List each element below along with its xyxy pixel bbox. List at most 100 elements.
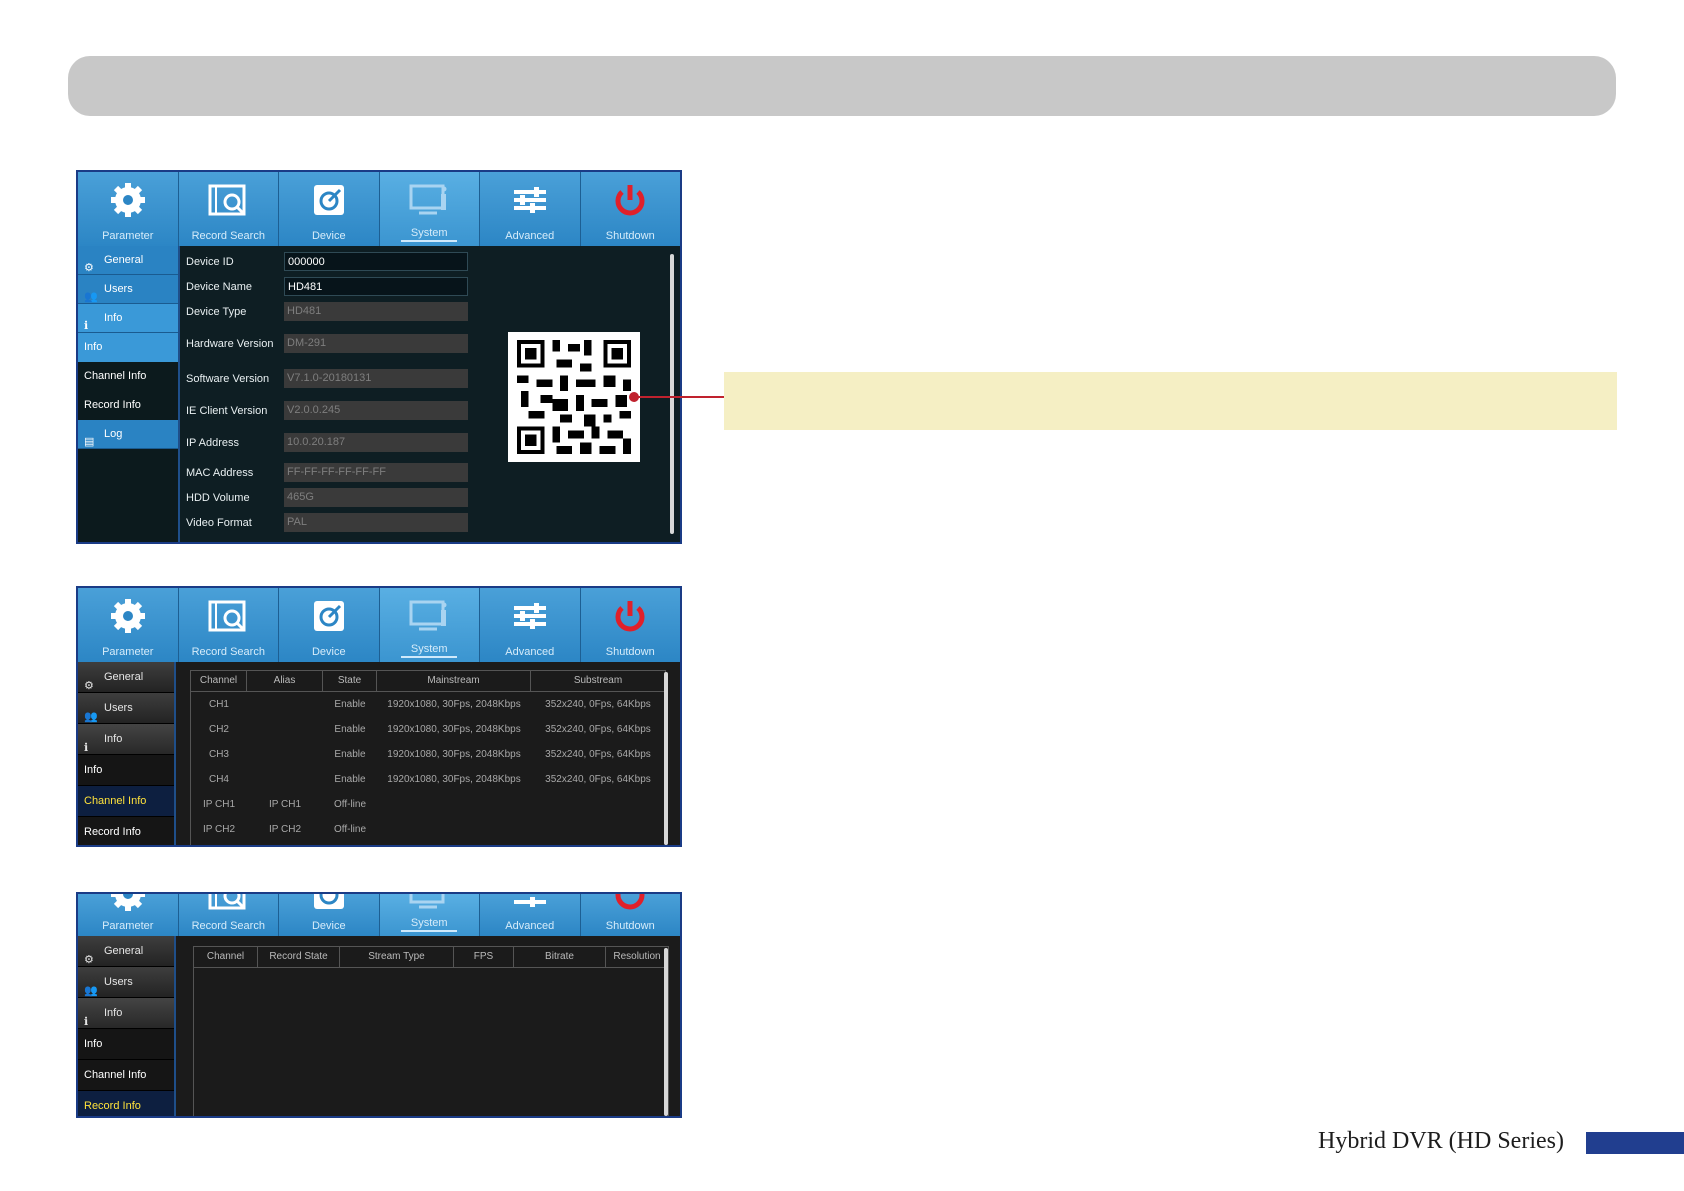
nav-parameter[interactable]: Parameter xyxy=(78,588,179,662)
field-label: IE Client Version xyxy=(186,405,268,417)
sidebar-item-info[interactable]: ℹ Info xyxy=(78,304,178,333)
sidebar-subitem-record-info[interactable]: Record Info xyxy=(78,391,178,420)
nav-device[interactable]: Device xyxy=(279,894,380,936)
sidebar: ⚙General 👥Users ℹInfo Info Channel Info … xyxy=(78,246,180,542)
sidebar-subitem-info[interactable]: Info xyxy=(78,333,178,362)
vertical-scrollbar[interactable] xyxy=(670,254,674,534)
table-row[interactable]: IP CH2 IP CH2 Off-line xyxy=(191,817,665,842)
nav-record-search[interactable]: Record Search xyxy=(179,172,279,246)
nav-shutdown[interactable]: Shutdown xyxy=(581,172,681,246)
field-label: Device ID xyxy=(186,256,234,268)
sidebar-item-log[interactable]: ▤ Log xyxy=(78,420,178,449)
device-type-field: HD481 xyxy=(284,302,468,321)
film-search-icon xyxy=(208,184,246,216)
disk-icon xyxy=(313,894,344,909)
sidebar-item-info[interactable]: ℹ Info xyxy=(78,724,174,755)
nav-device[interactable]: Device xyxy=(279,588,380,662)
sidebar-item-general[interactable]: ⚙ General xyxy=(78,936,174,967)
sidebar-item-users[interactable]: 👥 Users xyxy=(78,693,174,724)
table-cell: CH1 xyxy=(208,699,229,710)
sidebar-subitem-info[interactable]: Info xyxy=(78,755,174,786)
gear-icon xyxy=(110,183,145,217)
nav-label: Shutdown xyxy=(605,920,655,932)
table-cell: 1920x1080, 30Fps, 2048Kbps xyxy=(387,749,521,760)
sidebar-item-users[interactable]: 👥 Users xyxy=(78,967,174,998)
table-cell: 352x240, 0Fps, 64Kbps xyxy=(545,724,651,735)
nav-label: Device xyxy=(311,920,346,932)
sidebar-item-general[interactable]: ⚙ General xyxy=(78,246,178,275)
table-row[interactable]: CH1 Enable 1920x1080, 30Fps, 2048Kbps 352x2… xyxy=(191,692,665,717)
column-header: State xyxy=(323,671,377,691)
table-row[interactable]: IP CH1 IP CH1 Off-line xyxy=(191,792,665,817)
nav-label: System xyxy=(380,917,480,932)
film-search-icon xyxy=(208,600,246,632)
nav-label: Record Search xyxy=(191,230,265,242)
gear-icon xyxy=(110,599,145,633)
gear-icon xyxy=(110,894,145,911)
nav-advanced[interactable]: Advanced xyxy=(480,588,581,662)
vertical-scrollbar[interactable] xyxy=(664,948,668,1116)
nav-record-search[interactable]: Record Search xyxy=(179,894,279,936)
table-cell: CH3 xyxy=(208,749,229,760)
sidebar-subitem-record-info[interactable]: Record Info xyxy=(78,1091,174,1116)
table-cell: CH4 xyxy=(208,774,229,785)
field-label: Hardware Version xyxy=(186,338,274,350)
nav-parameter[interactable]: Parameter xyxy=(78,894,179,936)
info-icon: ℹ xyxy=(84,1016,89,1029)
nav-shutdown[interactable]: Shutdown xyxy=(581,894,681,936)
sidebar-subitem-info[interactable]: Info xyxy=(78,1029,174,1060)
nav-label: Record Search xyxy=(191,646,265,658)
table-cell: 1920x1080, 30Fps, 2048Kbps xyxy=(387,699,521,710)
sidebar: ⚙General 👥Users ℹInfo Info Channel Info … xyxy=(78,662,176,845)
nav-label: Parameter xyxy=(102,920,154,932)
hdd-volume-field: 465G xyxy=(284,488,468,507)
column-header: Resolution xyxy=(613,951,661,962)
sliders-icon xyxy=(513,603,546,629)
device-id-field[interactable]: 000000 xyxy=(284,252,468,271)
nav-system[interactable]: System xyxy=(379,894,480,936)
sidebar-item-users[interactable]: 👥 Users xyxy=(78,275,178,304)
table-cell: IP CH1 xyxy=(268,799,302,810)
table-row[interactable]: CH3 Enable 1920x1080, 30Fps, 2048Kbps 352x2… xyxy=(191,742,665,767)
sidebar-subitem-channel-info[interactable]: Channel Info xyxy=(78,786,174,817)
vertical-scrollbar[interactable] xyxy=(664,672,668,845)
table-row[interactable]: CH4 Enable 1920x1080, 30Fps, 2048Kbps 352x2… xyxy=(191,767,665,792)
ie-client-version-field: V2.0.0.245 xyxy=(284,401,468,420)
top-nav: Parameter Record Search Device System Ad… xyxy=(78,894,680,936)
callout-box xyxy=(724,372,1617,430)
column-header: Record State xyxy=(258,947,340,967)
column-header: Alias xyxy=(247,671,323,691)
sidebar-subitem-channel-info[interactable]: Channel Info xyxy=(78,362,178,391)
nav-system[interactable]: System xyxy=(379,588,480,662)
nav-parameter[interactable]: Parameter xyxy=(78,172,179,246)
sidebar-subitem-record-info[interactable]: Record Info xyxy=(78,817,174,845)
column-header: Channel xyxy=(194,947,258,967)
nav-shutdown[interactable]: Shutdown xyxy=(581,588,681,662)
record-table: Channel Record State Stream Type FPS Bit… xyxy=(193,946,669,1116)
table-cell: Enable xyxy=(334,774,366,785)
nav-advanced[interactable]: Advanced xyxy=(480,894,581,936)
film-search-icon xyxy=(208,894,246,910)
sidebar-item-label: Info xyxy=(104,312,123,324)
table-row[interactable]: CH2 Enable 1920x1080, 30Fps, 2048Kbps 352x2… xyxy=(191,717,665,742)
nav-system[interactable]: System xyxy=(379,172,480,246)
nav-device[interactable]: Device xyxy=(279,172,380,246)
table-cell: Enable xyxy=(334,724,366,735)
column-header: Channel xyxy=(191,671,247,691)
section-header-bar xyxy=(68,56,1616,116)
sidebar-item-label: General xyxy=(104,254,144,266)
table-cell xyxy=(377,817,531,842)
device-name-field[interactable]: HD481 xyxy=(284,277,468,296)
table-cell: CH2 xyxy=(208,724,229,735)
info-screenshot: Parameter Record Search Device System Ad… xyxy=(76,170,682,544)
sidebar-subitem-channel-info[interactable]: Channel Info xyxy=(78,1060,174,1091)
info-icon: ℹ xyxy=(84,742,89,755)
table-cell: IP CH2 xyxy=(202,824,236,835)
sidebar-item-general[interactable]: ⚙ General xyxy=(78,662,174,693)
nav-record-search[interactable]: Record Search xyxy=(179,588,279,662)
callout-line xyxy=(634,396,724,398)
table-cell: Off-line xyxy=(333,799,367,810)
nav-advanced[interactable]: Advanced xyxy=(480,172,581,246)
sidebar-item-info[interactable]: ℹ Info xyxy=(78,998,174,1029)
table-header: Channel Record State Stream Type FPS Bit… xyxy=(194,947,668,968)
